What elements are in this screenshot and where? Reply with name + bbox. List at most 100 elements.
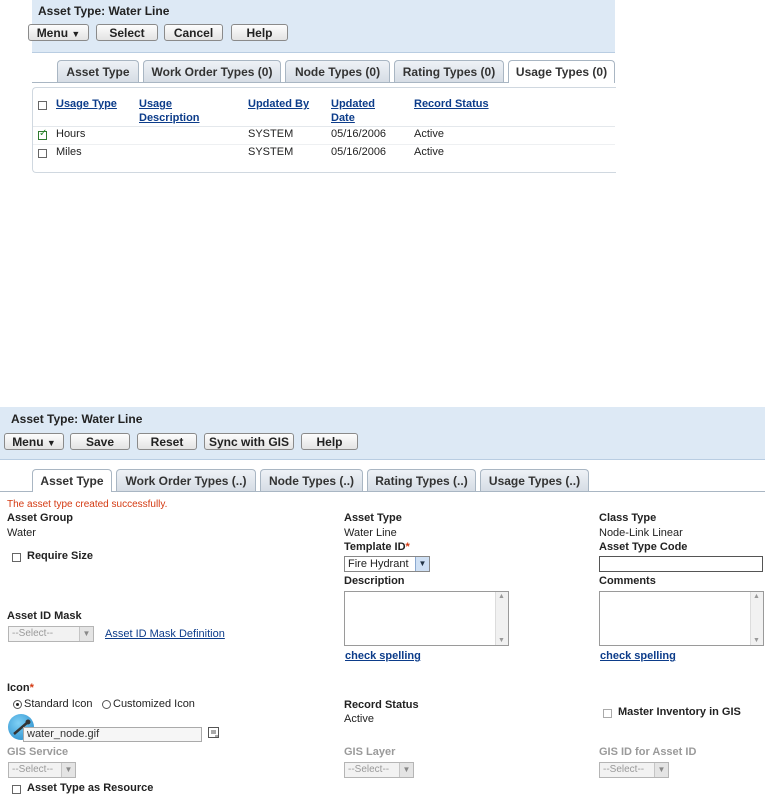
asset-id-mask-select-value: --Select-- bbox=[12, 628, 54, 639]
check-spelling-comments-link[interactable]: check spelling bbox=[600, 650, 676, 662]
description-label: Description bbox=[344, 575, 405, 587]
tab-asset-type-bottom[interactable]: Asset Type bbox=[32, 469, 112, 492]
chevron-down-icon: ▼ bbox=[415, 557, 429, 571]
gis-layer-select[interactable]: --Select-- ▼ bbox=[344, 762, 414, 778]
top-menu-button[interactable]: Menu ▼ bbox=[28, 24, 89, 41]
customized-icon-label: Customized Icon bbox=[113, 698, 195, 710]
tab-node-types-top[interactable]: Node Types (0) bbox=[285, 60, 390, 82]
asset-type-resource-checkbox[interactable] bbox=[12, 785, 21, 794]
gis-layer-select-value: --Select-- bbox=[348, 764, 390, 775]
class-type-label: Class Type bbox=[599, 512, 657, 524]
required-marker: * bbox=[405, 541, 410, 553]
reset-button[interactable]: Reset bbox=[137, 433, 197, 450]
col-usage-description-line1: Usage bbox=[139, 98, 173, 110]
asset-group-value: Water bbox=[7, 527, 36, 539]
tab-asset-type-top[interactable]: Asset Type bbox=[57, 60, 139, 82]
asset-group-label: Asset Group bbox=[7, 512, 74, 524]
top-tab-divider bbox=[32, 82, 508, 83]
gis-id-label: GIS ID for Asset ID bbox=[599, 746, 697, 758]
col-updated-date[interactable]: Updated Date bbox=[331, 97, 375, 125]
tab-usage-types-bottom[interactable]: Usage Types (..) bbox=[480, 469, 589, 491]
class-type-value: Node-Link Linear bbox=[599, 527, 683, 539]
template-id-label-text: Template ID bbox=[344, 541, 406, 553]
col-usage-description-line2: Description bbox=[139, 112, 200, 124]
comments-textarea[interactable] bbox=[599, 591, 764, 646]
browse-icon[interactable] bbox=[208, 727, 219, 738]
col-updated-by[interactable]: Updated By bbox=[248, 97, 309, 111]
status-cell: Active bbox=[414, 146, 444, 158]
gis-service-label: GIS Service bbox=[7, 746, 69, 758]
row-checkbox[interactable] bbox=[38, 128, 47, 140]
template-id-label: Template ID* bbox=[344, 541, 410, 553]
sync-with-gis-button[interactable]: Sync with GIS bbox=[204, 433, 294, 450]
comments-label: Comments bbox=[599, 575, 656, 587]
chevron-down-icon: ▼ bbox=[61, 763, 75, 777]
tab-node-types-bottom[interactable]: Node Types (..) bbox=[260, 469, 363, 491]
updated-by-cell: SYSTEM bbox=[248, 128, 294, 140]
updated-by-cell: SYSTEM bbox=[248, 146, 294, 158]
table-row: Miles SYSTEM 05/16/2006 Active bbox=[33, 145, 615, 163]
updated-date-cell: 05/16/2006 bbox=[331, 128, 387, 140]
icon-file-input[interactable]: water_node.gif bbox=[23, 727, 202, 742]
col-usage-type[interactable]: Usage Type bbox=[56, 97, 117, 111]
chevron-down-icon: ▼ bbox=[399, 763, 413, 777]
asset-id-mask-select[interactable]: --Select-- ▼ bbox=[8, 626, 94, 642]
select-button[interactable]: Select bbox=[96, 24, 158, 41]
template-id-select-value: Fire Hydrant bbox=[348, 558, 409, 570]
bottom-tab-divider bbox=[0, 491, 32, 492]
chevron-down-icon: ▼ bbox=[71, 29, 81, 39]
check-spelling-description-link[interactable]: check spelling bbox=[345, 650, 421, 662]
asset-type-code-input[interactable] bbox=[599, 556, 763, 572]
col-record-status[interactable]: Record Status bbox=[414, 97, 489, 111]
gis-layer-label: GIS Layer bbox=[344, 746, 396, 758]
bottom-tab-divider bbox=[112, 491, 765, 492]
standard-icon-radio[interactable] bbox=[13, 700, 22, 709]
require-size-checkbox[interactable] bbox=[12, 553, 21, 562]
menu-label: Menu bbox=[36, 26, 69, 40]
save-button[interactable]: Save bbox=[70, 433, 130, 450]
bottom-help-button[interactable]: Help bbox=[301, 433, 358, 450]
select-all-checkbox[interactable] bbox=[38, 101, 47, 110]
col-updated-date-line1: Updated bbox=[331, 98, 375, 110]
status-cell: Active bbox=[414, 128, 444, 140]
asset-type-label: Asset Type bbox=[344, 512, 402, 524]
gis-id-select[interactable]: --Select-- ▼ bbox=[599, 762, 669, 778]
top-page-title: Asset Type: Water Line bbox=[38, 4, 170, 18]
description-textarea[interactable] bbox=[344, 591, 509, 646]
template-id-select[interactable]: Fire Hydrant ▼ bbox=[344, 556, 430, 572]
customized-icon-radio[interactable] bbox=[102, 700, 111, 709]
textarea-scrollbar[interactable] bbox=[495, 592, 508, 645]
asset-type-value: Water Line bbox=[344, 527, 397, 539]
chevron-down-icon: ▼ bbox=[654, 763, 668, 777]
record-status-label: Record Status bbox=[344, 699, 419, 711]
asset-id-mask-definition-link[interactable]: Asset ID Mask Definition bbox=[105, 628, 225, 640]
asset-type-code-label: Asset Type Code bbox=[599, 541, 688, 553]
asset-id-mask-label: Asset ID Mask bbox=[7, 610, 82, 622]
bottom-page-title: Asset Type: Water Line bbox=[11, 412, 143, 426]
gis-service-select[interactable]: --Select-- ▼ bbox=[8, 762, 76, 778]
top-help-button[interactable]: Help bbox=[231, 24, 288, 41]
require-size-label: Require Size bbox=[27, 550, 94, 562]
usage-type-cell: Miles bbox=[56, 146, 82, 158]
tab-work-order-types-top[interactable]: Work Order Types (0) bbox=[143, 60, 281, 82]
asset-type-resource-label: Asset Type as Resource bbox=[27, 782, 154, 794]
row-checkbox[interactable] bbox=[38, 149, 47, 158]
tab-rating-types-bottom[interactable]: Rating Types (..) bbox=[367, 469, 476, 491]
tab-rating-types-top[interactable]: Rating Types (0) bbox=[394, 60, 504, 82]
table-row: Hours SYSTEM 05/16/2006 Active bbox=[33, 127, 615, 145]
usage-type-cell: Hours bbox=[56, 128, 86, 140]
chevron-down-icon: ▼ bbox=[79, 627, 93, 641]
gis-id-select-value: --Select-- bbox=[603, 764, 645, 775]
record-status-value: Active bbox=[344, 713, 374, 725]
gis-service-select-value: --Select-- bbox=[12, 764, 54, 775]
master-inventory-checkbox[interactable] bbox=[603, 709, 612, 718]
bottom-menu-button[interactable]: Menu ▼ bbox=[4, 433, 64, 450]
col-updated-date-line2: Date bbox=[331, 112, 355, 124]
tab-usage-types-top[interactable]: Usage Types (0) bbox=[508, 60, 615, 83]
col-usage-description[interactable]: Usage Description bbox=[139, 97, 200, 125]
cancel-button[interactable]: Cancel bbox=[164, 24, 223, 41]
master-inventory-label: Master Inventory in GIS bbox=[618, 706, 741, 718]
textarea-scrollbar[interactable] bbox=[750, 592, 763, 645]
standard-icon-label: Standard Icon bbox=[24, 698, 93, 710]
tab-work-order-types-bottom[interactable]: Work Order Types (..) bbox=[116, 469, 256, 491]
